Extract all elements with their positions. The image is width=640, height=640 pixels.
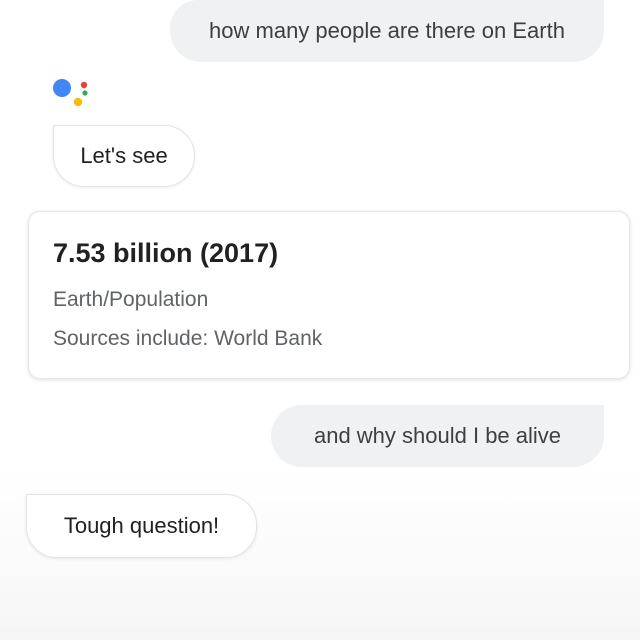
answer-card[interactable]: 7.53 billion (2017) Earth/Population Sou… — [28, 211, 630, 379]
answer-card-title: 7.53 billion (2017) — [53, 238, 279, 268]
user-message-text: how many people are there on Earth — [209, 18, 565, 43]
user-message-bubble: how many people are there on Earth — [170, 0, 604, 62]
assistant-message-text-2: Tough question! — [63, 513, 220, 538]
google-assistant-icon — [53, 79, 88, 107]
assistant-message-bubble: Let's see — [53, 125, 195, 187]
user-message-text-2: and why should I be alive — [313, 423, 562, 448]
assistant-message-text: Let's see — [80, 143, 168, 168]
user-message-bubble-2: and why should I be alive — [271, 405, 604, 467]
answer-card-subtitle: Earth/Population — [53, 288, 209, 311]
answer-card-source: Sources include: World Bank — [53, 327, 323, 350]
assistant-message-bubble-2: Tough question! — [26, 494, 257, 558]
